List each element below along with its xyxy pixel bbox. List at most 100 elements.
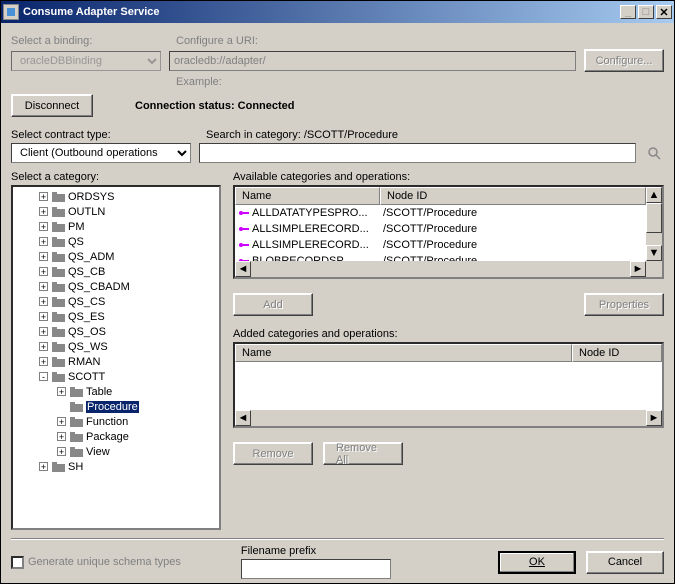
search-icon[interactable] bbox=[644, 143, 664, 163]
expand-icon[interactable]: + bbox=[57, 447, 66, 456]
tree-item[interactable]: +QS_ADM bbox=[13, 249, 219, 264]
close-button[interactable]: ✕ bbox=[656, 5, 672, 19]
tree-item[interactable]: +QS_CB bbox=[13, 264, 219, 279]
expand-icon[interactable]: + bbox=[39, 462, 48, 471]
configure-uri-label: Configure a URI: bbox=[176, 35, 664, 47]
tree-item[interactable]: +OUTLN bbox=[13, 204, 219, 219]
tree-item-label: SH bbox=[68, 461, 83, 473]
tree-item[interactable]: + QS_WS bbox=[13, 339, 219, 354]
tree-item[interactable]: +Table bbox=[13, 384, 219, 399]
tree-item-label: SCOTT bbox=[68, 371, 105, 383]
maximize-button[interactable]: □ bbox=[638, 5, 654, 19]
scroll-right-icon[interactable]: ► bbox=[646, 410, 662, 426]
scroll-left-icon[interactable]: ◄ bbox=[235, 261, 251, 277]
expand-icon[interactable]: + bbox=[39, 267, 48, 276]
folder-icon bbox=[52, 236, 65, 247]
tree-item-label: Function bbox=[86, 416, 128, 428]
folder-icon bbox=[70, 446, 83, 457]
filename-prefix-label: Filename prefix bbox=[241, 545, 391, 557]
expand-icon[interactable]: + bbox=[39, 312, 48, 321]
generate-unique-checkbox: Generate unique schema types bbox=[11, 556, 181, 569]
scroll-down-icon[interactable]: ▼ bbox=[646, 245, 662, 261]
uri-input bbox=[169, 51, 576, 71]
expand-icon[interactable]: + bbox=[39, 207, 48, 216]
tree-item[interactable]: + View bbox=[13, 444, 219, 459]
expand-icon[interactable]: + bbox=[57, 432, 66, 441]
folder-icon bbox=[70, 386, 83, 397]
expand-icon[interactable]: + bbox=[39, 357, 48, 366]
expand-icon[interactable]: + bbox=[39, 342, 48, 351]
expand-icon[interactable]: + bbox=[57, 387, 66, 396]
vscrollbar[interactable]: ▲ ▼ bbox=[646, 187, 662, 261]
folder-icon bbox=[52, 341, 65, 352]
tree-item-label: QS_WS bbox=[68, 341, 108, 353]
operation-nodeid: /SCOTT/Procedure bbox=[380, 223, 646, 235]
added-label: Added categories and operations: bbox=[233, 328, 664, 340]
col-nodeid[interactable]: Node ID bbox=[380, 187, 646, 205]
category-tree[interactable]: +ORDSYS+OUTLN+PM+QS+QS_ADM+QS_CB+QS_CBAD… bbox=[11, 185, 221, 530]
list-item[interactable]: BLOBRECORDSP/SCOTT/Procedure bbox=[235, 253, 646, 261]
added-hscrollbar[interactable]: ◄ ► bbox=[235, 410, 662, 426]
cancel-button[interactable]: Cancel bbox=[586, 551, 664, 574]
col-name[interactable]: Name bbox=[235, 187, 380, 205]
list-item[interactable]: ALLSIMPLERECORD.../SCOTT/Procedure bbox=[235, 237, 646, 253]
tree-item[interactable]: + QS_CS bbox=[13, 294, 219, 309]
tree-item[interactable]: + RMAN bbox=[13, 354, 219, 369]
disconnect-button[interactable]: Disconnect bbox=[11, 94, 93, 117]
ok-button[interactable]: OK bbox=[498, 551, 576, 574]
tree-item[interactable]: + SH bbox=[13, 459, 219, 474]
tree-item-label: View bbox=[86, 446, 110, 458]
remove-button: Remove bbox=[233, 442, 313, 465]
tree-item[interactable]: Procedure bbox=[13, 399, 219, 414]
list-item[interactable]: ALLSIMPLERECORD... /SCOTT/Procedure bbox=[235, 221, 646, 237]
search-input[interactable] bbox=[199, 143, 636, 163]
checkbox-icon bbox=[11, 556, 24, 569]
hscrollbar[interactable]: ◄ ► bbox=[235, 261, 662, 277]
folder-icon bbox=[70, 416, 83, 427]
expand-icon[interactable]: + bbox=[39, 327, 48, 336]
configure-button: Configure... bbox=[584, 49, 664, 72]
scroll-right-icon[interactable]: ► bbox=[630, 261, 646, 277]
folder-icon bbox=[52, 311, 65, 322]
tree-item[interactable]: +Package bbox=[13, 429, 219, 444]
expand-icon[interactable]: + bbox=[39, 252, 48, 261]
added-col-nodeid[interactable]: Node ID bbox=[572, 344, 662, 362]
tree-item-label: QS_CS bbox=[68, 296, 105, 308]
expand-icon[interactable]: + bbox=[57, 417, 66, 426]
available-listview[interactable]: Name Node ID ALLDATATYPESPRO.../SCOTT/Pr… bbox=[233, 185, 664, 279]
expand-icon[interactable]: + bbox=[39, 282, 48, 291]
tree-item[interactable]: - SCOTT bbox=[13, 369, 219, 384]
tree-item[interactable]: +QS bbox=[13, 234, 219, 249]
minimize-button[interactable]: _ bbox=[620, 5, 636, 19]
folder-icon bbox=[70, 431, 83, 442]
tree-item-label: QS_ES bbox=[68, 311, 105, 323]
add-button: Add bbox=[233, 293, 313, 316]
tree-item[interactable]: +PM bbox=[13, 219, 219, 234]
scroll-up-icon[interactable]: ▲ bbox=[646, 187, 662, 203]
folder-icon bbox=[52, 371, 65, 382]
filename-prefix-input[interactable] bbox=[241, 559, 391, 579]
tree-item[interactable]: + QS_ES bbox=[13, 309, 219, 324]
tree-item[interactable]: +QS_CBADM bbox=[13, 279, 219, 294]
operation-nodeid: /SCOTT/Procedure bbox=[380, 207, 646, 219]
collapse-icon[interactable]: - bbox=[39, 372, 48, 381]
list-item[interactable]: ALLDATATYPESPRO.../SCOTT/Procedure bbox=[235, 205, 646, 221]
operation-icon bbox=[238, 207, 250, 219]
titlebar: Consume Adapter Service _ □ ✕ bbox=[1, 1, 674, 23]
expand-icon[interactable]: + bbox=[39, 222, 48, 231]
tree-item[interactable]: + Function bbox=[13, 414, 219, 429]
tree-item-label: RMAN bbox=[68, 356, 100, 368]
operation-icon bbox=[238, 223, 250, 235]
operation-name: ALLSIMPLERECORD... bbox=[252, 223, 369, 235]
added-col-name[interactable]: Name bbox=[235, 344, 572, 362]
scroll-left-icon[interactable]: ◄ bbox=[235, 410, 251, 426]
expand-icon[interactable]: + bbox=[39, 237, 48, 246]
folder-icon bbox=[52, 296, 65, 307]
expand-icon[interactable]: + bbox=[39, 297, 48, 306]
tree-item[interactable]: +ORDSYS bbox=[13, 189, 219, 204]
contract-type-select[interactable]: Client (Outbound operations bbox=[11, 143, 191, 163]
folder-icon bbox=[52, 281, 65, 292]
added-listview[interactable]: Name Node ID ◄ ► bbox=[233, 342, 664, 428]
expand-icon[interactable]: + bbox=[39, 192, 48, 201]
tree-item[interactable]: +QS_OS bbox=[13, 324, 219, 339]
